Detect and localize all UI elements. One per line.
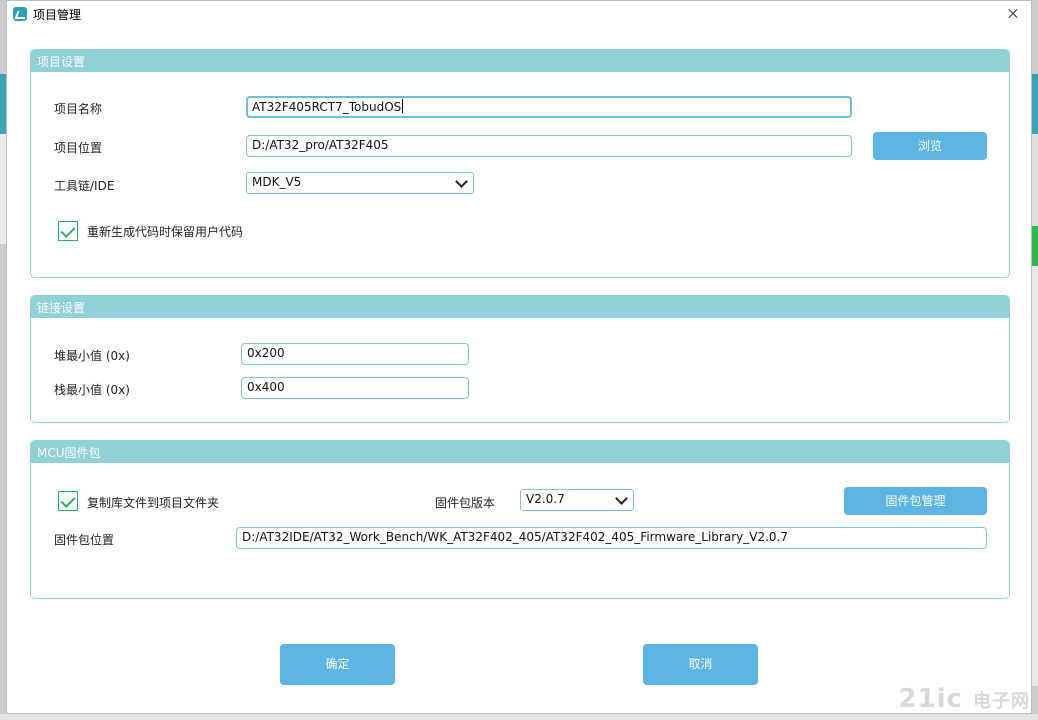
toolchain-label: 工具链/IDE xyxy=(54,179,115,193)
cancel-button[interactable]: 取消 xyxy=(643,644,758,685)
copy-library-label: 复制库文件到项目文件夹 xyxy=(87,496,220,510)
firmware-location-input[interactable]: D:/AT32IDE/AT32_Work_Bench/WK_AT32F402_4… xyxy=(236,527,987,549)
project-location-input[interactable]: D:/AT32_pro/AT32F405 xyxy=(246,135,852,157)
ok-button[interactable]: 确定 xyxy=(280,644,395,685)
link-settings-group: 链接设置 堆最小值 (0x) 0x200 栈最小值 (0x) 0x400 xyxy=(30,295,1010,423)
project-name-value: AT32F405RCT7_TobudOS xyxy=(252,100,402,114)
toolchain-select[interactable]: MDK_V5 xyxy=(246,172,474,194)
project-settings-header: 项目设置 xyxy=(31,50,1009,72)
app-logo-icon xyxy=(13,7,27,21)
firmware-version-value: V2.0.7 xyxy=(526,492,565,506)
watermark-main: 21ic xyxy=(898,684,963,714)
site-watermark: 21ic 电子网 xyxy=(898,684,1030,714)
firmware-location-label: 固件包位置 xyxy=(54,533,115,547)
stack-min-label: 栈最小值 (0x) xyxy=(54,383,130,397)
link-settings-header: 链接设置 xyxy=(31,296,1009,318)
background-app-strip xyxy=(0,714,1038,720)
chevron-down-icon xyxy=(615,492,628,505)
copy-library-checkbox[interactable] xyxy=(58,491,78,511)
background-app-strip xyxy=(1032,74,1038,134)
window-title: 项目管理 xyxy=(33,8,82,22)
toolchain-value: MDK_V5 xyxy=(252,175,302,189)
text-caret xyxy=(402,99,404,113)
heap-min-label: 堆最小值 (0x) xyxy=(54,349,130,363)
stack-min-input[interactable]: 0x400 xyxy=(241,377,469,399)
chevron-down-icon xyxy=(455,175,468,188)
background-app-strip xyxy=(1032,266,1038,686)
mcu-firmware-group: MCU固件包 复制库文件到项目文件夹 固件包版本 V2.0.7 固件包管理 固件… xyxy=(30,440,1010,599)
browse-button[interactable]: 浏览 xyxy=(873,132,987,160)
firmware-version-select[interactable]: V2.0.7 xyxy=(520,489,634,511)
close-icon[interactable] xyxy=(1001,3,1025,25)
mcu-firmware-header: MCU固件包 xyxy=(31,441,1009,463)
project-management-dialog: 项目管理 项目设置 项目名称 AT32F405RCT7_TobudOS 项目位置… xyxy=(6,0,1032,714)
project-name-input[interactable]: AT32F405RCT7_TobudOS xyxy=(246,96,852,118)
firmware-version-label: 固件包版本 xyxy=(435,496,496,510)
firmware-manage-button[interactable]: 固件包管理 xyxy=(844,487,987,515)
background-app-strip xyxy=(1032,226,1038,266)
keep-user-code-checkbox[interactable] xyxy=(58,221,78,241)
background-app-strip xyxy=(1032,134,1038,226)
title-bar[interactable]: 项目管理 xyxy=(7,1,1031,27)
keep-user-code-label: 重新生成代码时保留用户代码 xyxy=(87,225,244,239)
project-name-label: 项目名称 xyxy=(54,102,103,116)
heap-min-input[interactable]: 0x200 xyxy=(241,343,469,365)
project-settings-group: 项目设置 项目名称 AT32F405RCT7_TobudOS 项目位置 D:/A… xyxy=(30,49,1010,278)
project-location-label: 项目位置 xyxy=(54,141,103,155)
watermark-sub: 电子网 xyxy=(973,691,1030,712)
